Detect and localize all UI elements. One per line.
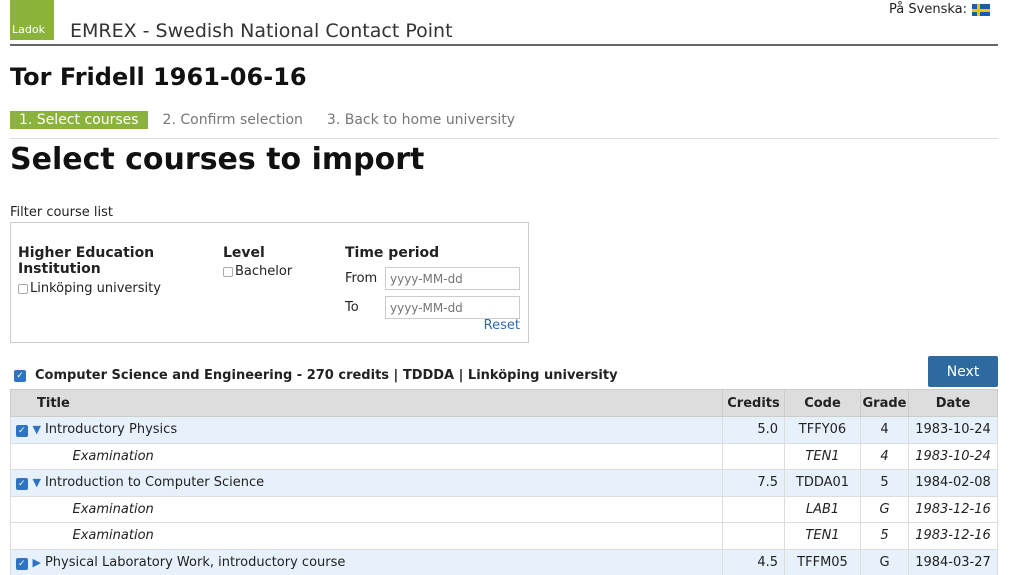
- reset-link[interactable]: Reset: [484, 318, 520, 333]
- table-row: Examination LAB1 G 1983-12-16: [10, 495, 998, 523]
- time-period-heading: Time period: [345, 245, 440, 261]
- site-header: Ladok EMREX - Swedish National Contact P…: [10, 0, 998, 46]
- page-title: Select courses to import: [10, 142, 425, 177]
- step-confirm-selection: 2. Confirm selection: [162, 112, 303, 128]
- date-cell: 1984-02-08: [908, 469, 998, 497]
- header-title[interactable]: Title: [10, 389, 723, 417]
- date-cell: 1983-12-16: [908, 522, 998, 550]
- time-period-filter: Time period From To: [345, 245, 520, 319]
- expand-down-icon[interactable]: ▼: [33, 423, 41, 436]
- filter-label: Filter course list: [10, 205, 114, 220]
- step-back-home: 3. Back to home university: [326, 112, 516, 128]
- credits-cell: 5.0: [722, 416, 785, 444]
- exam-title: Examination: [32, 495, 723, 523]
- header-grade[interactable]: Grade: [860, 389, 909, 417]
- code-cell: TEN1: [784, 522, 861, 550]
- course-checkbox[interactable]: ✓: [15, 425, 28, 438]
- filter-panel: Higher Education Institution Linköping u…: [10, 222, 529, 343]
- header-code[interactable]: Code: [784, 389, 861, 417]
- table-row[interactable]: ✓ ▼ Introductory Physics 5.0 TFFY06 4 198…: [10, 416, 998, 444]
- exam-title: Examination: [32, 522, 723, 550]
- table-row: Examination TEN1 4 1983-10-24: [10, 442, 998, 470]
- program-label: Computer Science and Engineering - 270 c…: [35, 368, 618, 383]
- from-label: From: [345, 271, 378, 286]
- table-row: Examination TEN1 5 1983-12-16: [10, 522, 998, 550]
- date-cell: 1983-10-24: [908, 416, 998, 444]
- course-table: Title Credits Code Grade Date ✓ ▼ Introdu…: [10, 389, 998, 575]
- grade-cell: G: [860, 548, 909, 575]
- grade-cell: 5: [860, 522, 909, 550]
- course-title: Introduction to Computer Science: [44, 475, 265, 491]
- course-title: Physical Laboratory Work, introductory c…: [44, 554, 346, 570]
- ladok-logo: Ladok: [10, 0, 54, 40]
- app-title: EMREX - Swedish National Contact Point: [70, 20, 453, 42]
- step-progress: 1. Select courses 2. Confirm selection 3…: [10, 111, 998, 139]
- grade-cell: G: [860, 495, 909, 523]
- code-cell: TFFM05: [784, 548, 861, 575]
- credits-cell: [722, 495, 785, 523]
- step-select-courses: 1. Select courses: [10, 111, 148, 129]
- institution-checkbox[interactable]: [18, 283, 28, 294]
- date-cell: 1983-12-16: [908, 495, 998, 523]
- date-cell: 1984-03-27: [908, 548, 998, 575]
- program-row: ✓ Computer Science and Engineering - 270…: [14, 368, 618, 383]
- course-checkbox[interactable]: ✓: [15, 478, 28, 491]
- student-name-dob: Tor Fridell 1961-06-16: [10, 63, 307, 91]
- from-date-input[interactable]: [385, 267, 520, 290]
- code-cell: LAB1: [784, 495, 861, 523]
- expand-down-icon[interactable]: ▼: [33, 476, 41, 489]
- credits-cell: [722, 442, 785, 470]
- date-cell: 1983-10-24: [908, 442, 998, 470]
- grade-cell: 4: [860, 416, 909, 444]
- grade-cell: 5: [860, 469, 909, 497]
- header-date[interactable]: Date: [908, 389, 998, 417]
- header-credits[interactable]: Credits: [722, 389, 785, 417]
- level-checkbox[interactable]: [223, 266, 233, 277]
- to-date-input[interactable]: [385, 296, 520, 319]
- code-cell: TDDA01: [784, 469, 861, 497]
- exam-title: Examination: [32, 442, 723, 470]
- institution-filter: Higher Education Institution Linköping u…: [18, 245, 208, 298]
- level-heading: Level: [223, 245, 265, 261]
- grade-cell: 4: [860, 442, 909, 470]
- course-checkbox[interactable]: ✓: [15, 557, 28, 570]
- table-row[interactable]: ✓ ▶ Physical Laboratory Work, introductor…: [10, 548, 998, 575]
- program-checkbox[interactable]: ✓: [14, 369, 26, 382]
- institution-option-label: Linköping university: [30, 281, 161, 296]
- credits-cell: 7.5: [722, 469, 785, 497]
- institution-heading: Higher Education Institution: [18, 245, 155, 277]
- code-cell: TFFY06: [784, 416, 861, 444]
- to-label: To: [345, 300, 359, 315]
- next-button[interactable]: Next: [928, 356, 998, 387]
- course-title: Introductory Physics: [44, 422, 178, 438]
- credits-cell: [722, 522, 785, 550]
- code-cell: TEN1: [784, 442, 861, 470]
- expand-right-icon[interactable]: ▶: [33, 556, 41, 569]
- level-option-label: Bachelor: [235, 264, 293, 279]
- credits-cell: 4.5: [722, 548, 785, 575]
- level-filter: Level Bachelor: [223, 245, 292, 279]
- table-row[interactable]: ✓ ▼ Introduction to Computer Science 7.5 …: [10, 469, 998, 497]
